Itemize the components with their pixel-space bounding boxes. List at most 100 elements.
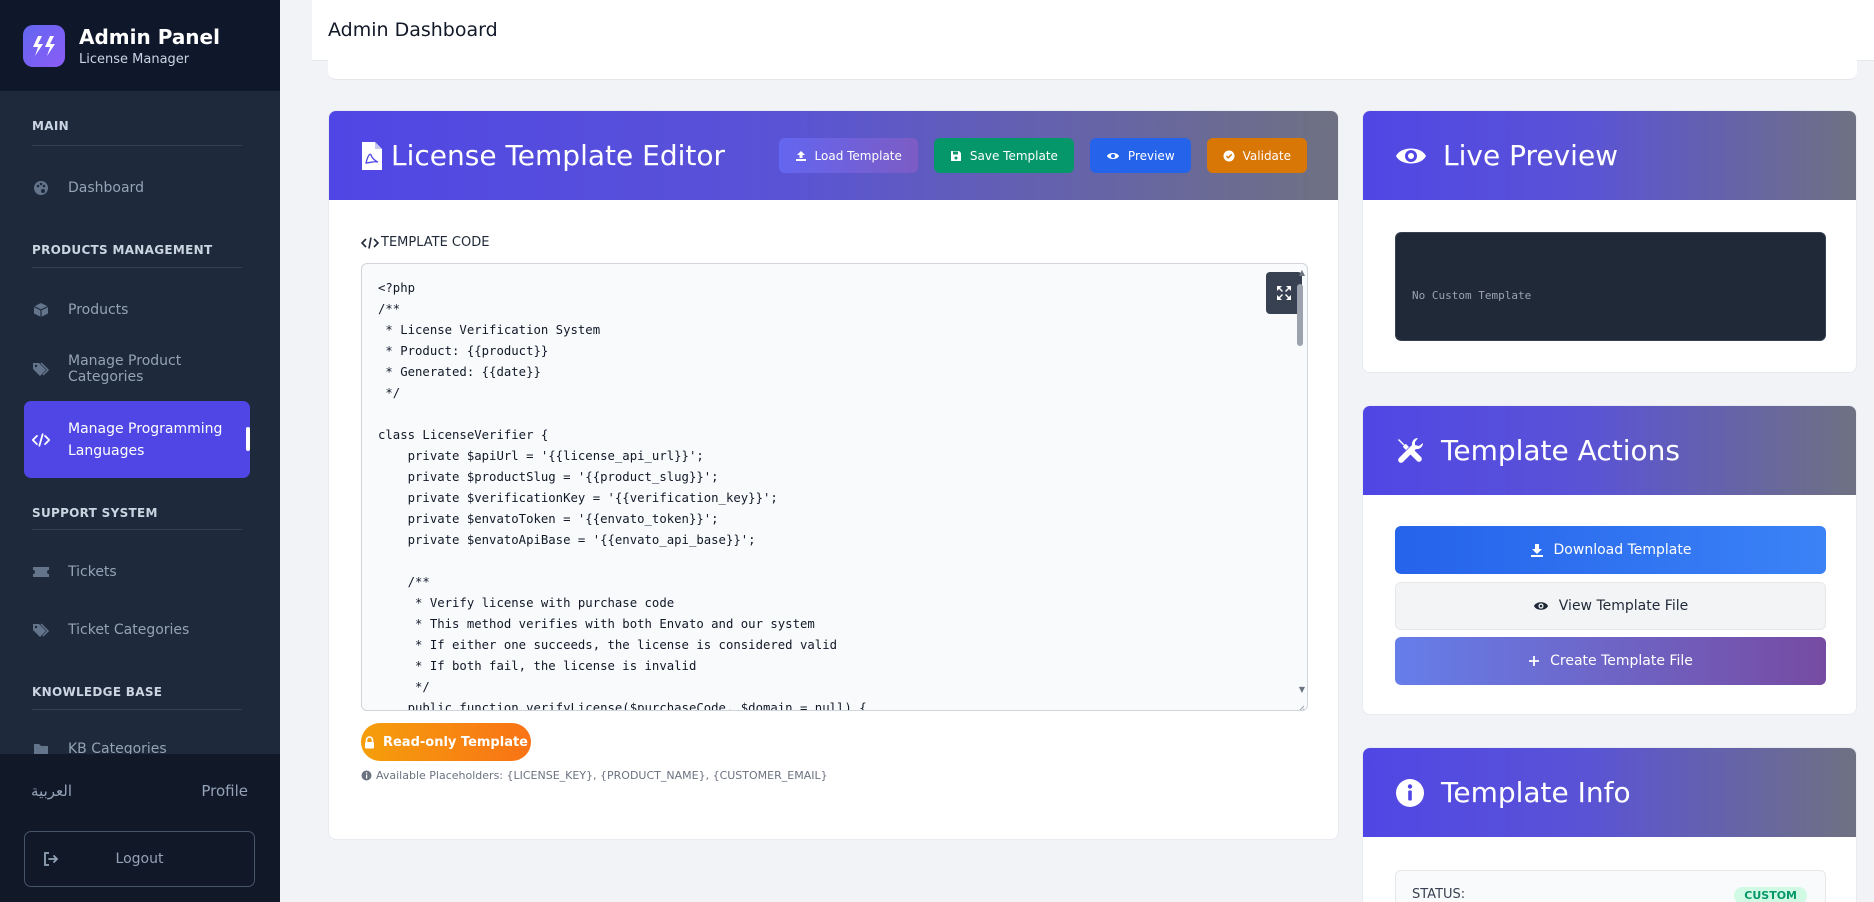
- save-template-button[interactable]: Save Template: [933, 138, 1074, 173]
- info-circle-icon: [1395, 778, 1425, 808]
- sidebar-item-label: KB Categories: [68, 741, 167, 754]
- preview-title: Live Preview: [1443, 139, 1619, 172]
- preview-button[interactable]: Preview: [1089, 138, 1191, 173]
- upload-icon: [795, 150, 807, 162]
- brand-title: Admin Panel: [79, 24, 220, 49]
- actions-card-header: Template Actions: [1363, 406, 1856, 495]
- header-strip: [328, 60, 1857, 80]
- profile-link[interactable]: Profile: [201, 782, 248, 800]
- template-info-card: Template Info STATUS: CUSTOM: [1362, 747, 1857, 902]
- eye-icon: [1106, 151, 1120, 161]
- template-editor-card: License Template Editor Load Template Sa…: [328, 110, 1339, 840]
- tags-icon: [32, 621, 50, 639]
- section-label-knowledge-base: KNOWLEDGE BASE: [32, 685, 163, 699]
- template-code-label: TEMPLATE CODE: [361, 235, 489, 250]
- view-template-file-label: View Template File: [1558, 598, 1689, 614]
- topbar: Admin Dashboard: [312, 0, 1874, 61]
- plus-icon: [1528, 655, 1540, 667]
- create-template-file-label: Create Template File: [1550, 653, 1693, 669]
- sidebar-item-kb-categories[interactable]: KB Categories: [24, 729, 250, 754]
- actions-title: Template Actions: [1441, 434, 1680, 467]
- readonly-template-badge: Read-only Template: [361, 723, 531, 761]
- sidebar-item-label: Ticket Categories: [68, 622, 190, 638]
- resize-grip-icon[interactable]: [1295, 698, 1305, 710]
- save-template-label: Save Template: [969, 148, 1058, 163]
- section-label-products: PRODUCTS MANAGEMENT: [32, 243, 213, 257]
- sidebar-item-ticket-categories[interactable]: Ticket Categories: [24, 610, 250, 650]
- folder-icon: [32, 740, 50, 754]
- section-divider: [32, 145, 242, 146]
- validate-button[interactable]: Validate: [1206, 138, 1307, 173]
- eye-icon: [1533, 600, 1549, 612]
- sidebar-item-products[interactable]: Products: [24, 290, 250, 330]
- sidebar-item-label: Products: [68, 302, 129, 318]
- check-circle-icon: [1223, 150, 1235, 162]
- tools-icon: [1395, 436, 1425, 466]
- lock-icon: [364, 735, 375, 749]
- view-template-file-button[interactable]: View Template File: [1395, 582, 1826, 630]
- status-badge: CUSTOM: [1734, 887, 1807, 902]
- palette-icon: [32, 179, 50, 197]
- sidebar-item-label: Tickets: [68, 564, 117, 580]
- status-row: STATUS: CUSTOM: [1395, 870, 1826, 902]
- logout-button[interactable]: Logout: [24, 831, 255, 887]
- sidebar-item-dashboard[interactable]: Dashboard: [24, 168, 250, 208]
- sidebar-nav: MAIN Dashboard PRODUCTS MANAGEMENT Produ…: [0, 91, 280, 754]
- logout-label: Logout: [115, 851, 164, 867]
- download-icon: [1530, 543, 1544, 557]
- expand-icon: [1276, 285, 1292, 301]
- sidebar-item-label: Dashboard: [68, 180, 144, 196]
- active-indicator: [246, 427, 250, 451]
- readonly-label: Read-only Template: [382, 734, 528, 750]
- editor-scrollbar[interactable]: [1297, 284, 1303, 346]
- sidebar-item-product-categories[interactable]: Manage Product Categories: [24, 349, 250, 389]
- floppy-disk-icon: [950, 150, 962, 162]
- preview-label: Preview: [1127, 148, 1175, 163]
- brand-subtitle: License Manager: [79, 51, 190, 67]
- tags-icon: [32, 360, 50, 378]
- editor-toolbar: Load Template Save Template Preview Vali…: [778, 138, 1307, 173]
- template-actions-card: Template Actions Download Template View …: [1362, 405, 1857, 715]
- info-circle-icon: [361, 770, 372, 781]
- scroll-up-icon[interactable]: ▲: [1299, 268, 1305, 277]
- download-template-button[interactable]: Download Template: [1395, 526, 1826, 574]
- live-preview-card: Live Preview No Custom Template: [1362, 110, 1857, 373]
- brand: Admin Panel License Manager: [0, 0, 280, 91]
- template-code-editor[interactable]: <?php /** * License Verification System …: [361, 263, 1308, 711]
- sidebar: Admin Panel License Manager MAIN Dashboa…: [0, 0, 280, 902]
- section-divider: [32, 709, 242, 710]
- editor-title: License Template Editor: [391, 139, 725, 172]
- code-icon: [361, 236, 379, 249]
- section-label-support: SUPPORT SYSTEM: [32, 506, 158, 520]
- preview-content: No Custom Template: [1412, 289, 1532, 302]
- load-template-button[interactable]: Load Template: [778, 138, 918, 173]
- section-divider: [32, 529, 242, 530]
- sidebar-item-tickets[interactable]: Tickets: [24, 552, 250, 592]
- download-template-label: Download Template: [1553, 542, 1692, 558]
- placeholders-text: Available Placeholders: {LICENSE_KEY}, {…: [376, 769, 828, 782]
- language-switch-link[interactable]: العربية: [31, 782, 72, 800]
- file-pdf-icon: [361, 141, 383, 171]
- scroll-down-icon[interactable]: ▼: [1299, 685, 1305, 694]
- validate-label: Validate: [1242, 148, 1291, 163]
- editor-card-header: License Template Editor Load Template Sa…: [329, 111, 1338, 200]
- sidebar-item-label: Manage Product Categories: [68, 353, 182, 385]
- preview-card-header: Live Preview: [1363, 111, 1856, 200]
- status-label: STATUS:: [1412, 887, 1466, 902]
- page-title: Admin Dashboard: [328, 19, 498, 41]
- section-label-main: MAIN: [32, 119, 69, 133]
- code-label-text: TEMPLATE CODE: [381, 235, 490, 250]
- eye-icon: [1395, 144, 1427, 168]
- ticket-icon: [32, 563, 50, 581]
- template-code-content[interactable]: <?php /** * License Verification System …: [378, 278, 867, 710]
- bolt-logo-icon: [23, 24, 65, 67]
- load-template-label: Load Template: [814, 148, 902, 163]
- sidebar-item-label: Manage Programming Languages: [68, 420, 223, 459]
- info-card-header: Template Info: [1363, 748, 1856, 837]
- placeholders-hint: Available Placeholders: {LICENSE_KEY}, {…: [361, 769, 828, 782]
- sidebar-footer: العربية Profile Logout: [0, 754, 280, 902]
- create-template-file-button[interactable]: Create Template File: [1395, 637, 1826, 685]
- sidebar-item-programming-languages[interactable]: Manage Programming Languages: [24, 401, 250, 478]
- box-icon: [32, 301, 50, 319]
- info-title: Template Info: [1441, 776, 1631, 809]
